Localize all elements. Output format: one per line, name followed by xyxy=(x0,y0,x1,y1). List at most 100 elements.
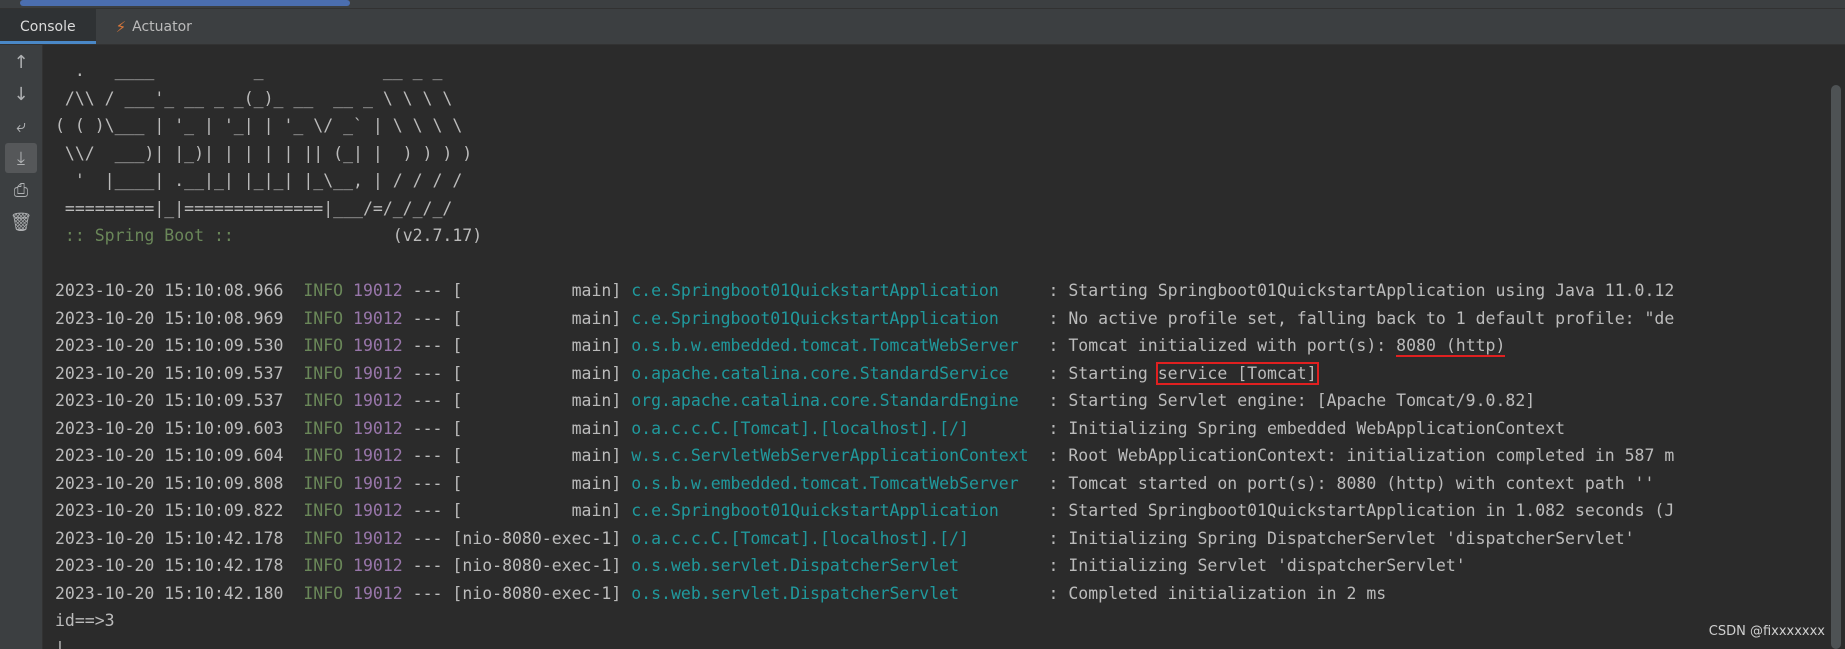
log-logger: o.a.c.c.C.[Tomcat].[localhost].[/] xyxy=(631,418,1039,438)
top-tab-indicator xyxy=(20,0,350,6)
log-level: INFO xyxy=(303,336,344,355)
log-pid: 19012 xyxy=(353,501,403,520)
log-timestamp: 2023-10-20 15:10:42.178 xyxy=(55,528,284,548)
log-level: INFO xyxy=(303,446,344,465)
log-pid: 19012 xyxy=(353,391,403,410)
log-pid: 19012 xyxy=(353,446,403,465)
scroll-up-icon: ↑ xyxy=(13,51,29,73)
log-logger: o.s.b.w.embedded.tomcat.TomcatWebServer xyxy=(631,473,1039,493)
console-text: . ____ _ __ _ _ /\\ / ___'_ __ _ _(_)_ _… xyxy=(43,45,1823,649)
log-logger: c.e.Springboot01QuickstartApplication xyxy=(631,281,1039,300)
log-pid: 19012 xyxy=(353,556,403,575)
highlight-annotation: service [Tomcat] xyxy=(1155,361,1319,385)
banner-line: . ____ _ __ _ _ xyxy=(55,61,443,80)
log-logger: o.apache.catalina.core.StandardService xyxy=(631,363,1039,383)
log-level: INFO xyxy=(303,583,344,603)
log-thread: main xyxy=(462,446,612,465)
actuator-icon: ⚡ xyxy=(115,17,127,36)
log-thread: main xyxy=(462,473,612,493)
highlight-annotation: 8080 (http) xyxy=(1396,336,1506,357)
soft-wrap-button[interactable]: ⤶ xyxy=(5,111,37,141)
log-thread: nio-8080-exec-1 xyxy=(462,528,612,548)
log-timestamp: 2023-10-20 15:10:08.969 xyxy=(55,308,284,328)
log-level: INFO xyxy=(303,418,344,438)
log-thread: main xyxy=(462,391,612,410)
log-timestamp: 2023-10-20 15:10:08.966 xyxy=(55,281,284,300)
log-level: INFO xyxy=(303,308,344,328)
log-pid: 19012 xyxy=(353,281,403,300)
log-timestamp: 2023-10-20 15:10:09.604 xyxy=(55,446,284,465)
log-level: INFO xyxy=(303,281,344,300)
print-button[interactable]: ⎙ xyxy=(5,175,37,205)
clear-all-button[interactable]: 🗑 xyxy=(5,207,37,237)
log-logger: org.apache.catalina.core.StandardEngine xyxy=(631,391,1039,410)
log-thread: main xyxy=(462,308,612,328)
spring-boot-version: (v2.7.17) xyxy=(243,226,483,245)
top-strip xyxy=(0,0,1845,9)
program-output: id==>3 xyxy=(55,611,115,630)
log-logger: o.s.b.w.embedded.tomcat.TomcatWebServer xyxy=(631,336,1039,355)
log-level: INFO xyxy=(303,528,344,548)
vertical-scrollbar[interactable] xyxy=(1823,45,1845,649)
scroll-to-end-button[interactable]: ⤓ xyxy=(5,143,37,173)
log-message: Initializing Servlet 'dispatcherServlet' xyxy=(1068,556,1466,575)
log-level: INFO xyxy=(303,391,344,410)
log-logger: o.s.web.servlet.DispatcherServlet xyxy=(631,583,1039,603)
log-timestamp: 2023-10-20 15:10:09.808 xyxy=(55,473,284,493)
log-thread: main xyxy=(462,418,612,438)
log-thread: main xyxy=(462,336,612,355)
log-message: Initializing Spring embedded WebApplicat… xyxy=(1068,418,1566,438)
log-thread: main xyxy=(462,363,612,383)
text-cursor: | xyxy=(55,638,65,649)
log-pid: 19012 xyxy=(353,583,403,603)
log-message: Starting xyxy=(1068,363,1158,383)
tab-console-label: Console xyxy=(20,18,76,35)
spring-boot-label: :: Spring Boot :: xyxy=(55,226,244,245)
log-message: Starting Servlet engine: [Apache Tomcat/… xyxy=(1068,391,1536,410)
banner-line: =========|_|==============|___/=/_/_/_/ xyxy=(55,198,453,218)
log-level: INFO xyxy=(303,473,344,493)
log-pid: 19012 xyxy=(353,418,403,438)
clear-all-icon: 🗑 xyxy=(9,211,33,233)
tool-window-tabbar: Console ⚡ Actuator xyxy=(0,9,1845,45)
log-message: Tomcat initialized with port(s): xyxy=(1068,336,1397,355)
log-message: Initializing Spring DispatcherServlet 'd… xyxy=(1068,528,1635,548)
console-toolbar: ↑ ↓ ⤶ ⤓ ⎙ 🗑 xyxy=(0,45,43,649)
scroll-down-icon: ↓ xyxy=(13,83,29,105)
banner-line: ' |____| .__|_| |_|_| |_\__, | / / / / xyxy=(55,171,463,190)
log-thread: nio-8080-exec-1 xyxy=(462,583,612,603)
banner-line: ( ( )\___ | '_ | '_| | '_ \/ _` | \ \ \ … xyxy=(55,116,463,135)
log-pid: 19012 xyxy=(353,473,403,493)
log-message: Tomcat started on port(s): 8080 (http) w… xyxy=(1068,473,1655,493)
log-message: Root WebApplicationContext: initializati… xyxy=(1068,446,1675,465)
log-level: INFO xyxy=(303,556,344,575)
log-logger: c.e.Springboot01QuickstartApplication xyxy=(631,501,1039,520)
log-logger: o.a.c.c.C.[Tomcat].[localhost].[/] xyxy=(631,528,1039,548)
tab-console[interactable]: Console xyxy=(0,9,96,44)
print-icon: ⎙ xyxy=(13,179,29,201)
tab-actuator[interactable]: ⚡ Actuator xyxy=(96,9,212,44)
log-level: INFO xyxy=(303,363,344,383)
console-output[interactable]: . ____ _ __ _ _ /\\ / ___'_ __ _ _(_)_ _… xyxy=(43,45,1823,649)
log-timestamp: 2023-10-20 15:10:09.530 xyxy=(55,336,284,355)
log-pid: 19012 xyxy=(353,528,403,548)
log-level: INFO xyxy=(303,501,344,520)
log-pid: 19012 xyxy=(353,308,403,328)
log-thread: nio-8080-exec-1 xyxy=(462,556,612,575)
log-logger: o.s.web.servlet.DispatcherServlet xyxy=(631,556,1039,575)
scrollbar-thumb[interactable] xyxy=(1831,85,1841,649)
log-timestamp: 2023-10-20 15:10:09.537 xyxy=(55,363,284,383)
scroll-down-button[interactable]: ↓ xyxy=(5,79,37,109)
tab-actuator-label: Actuator xyxy=(132,18,192,35)
log-message: Completed initialization in 2 ms xyxy=(1068,583,1387,603)
log-pid: 19012 xyxy=(353,336,403,355)
log-message: Starting Springboot01QuickstartApplicati… xyxy=(1068,281,1675,300)
log-message: No active profile set, falling back to 1… xyxy=(1068,308,1675,328)
scroll-to-end-icon: ⤓ xyxy=(17,147,25,169)
log-thread: main xyxy=(462,501,612,520)
log-thread: main xyxy=(462,281,612,300)
log-pid: 19012 xyxy=(353,363,403,383)
log-timestamp: 2023-10-20 15:10:09.537 xyxy=(55,391,284,410)
banner-line: /\\ / ___'_ __ _ _(_)_ __ __ _ \ \ \ \ xyxy=(55,88,453,108)
scroll-up-button[interactable]: ↑ xyxy=(5,47,37,77)
